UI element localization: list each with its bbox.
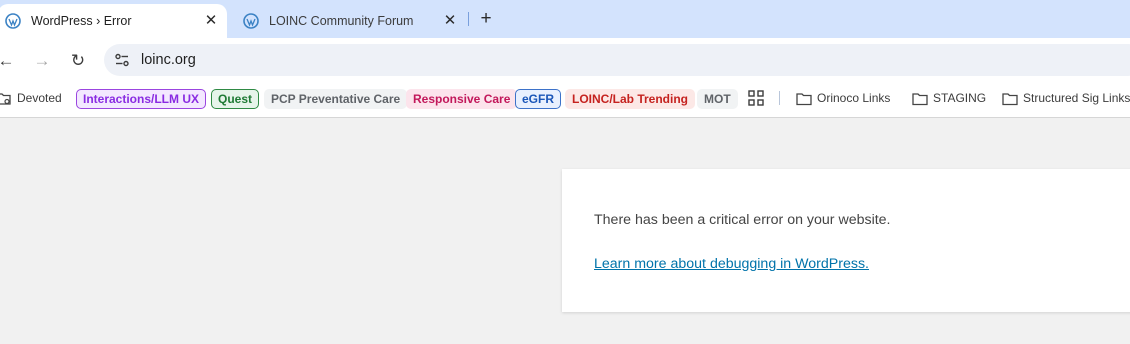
folder-icon [912, 93, 928, 105]
apps-grid-icon [748, 90, 764, 106]
tab-title: WordPress › Error [31, 14, 132, 28]
bookmark-loinc-lab-trending[interactable]: LOINC/Lab Trending [565, 89, 695, 109]
bookmark-label: Structured Sig Links [1023, 91, 1130, 105]
new-tab-button[interactable]: + [476, 9, 496, 29]
bookmark-quest[interactable]: Quest [211, 89, 260, 109]
forward-button[interactable]: → [31, 50, 53, 72]
loinc-favicon-icon [243, 13, 259, 29]
tab-separator [468, 12, 469, 26]
bookmark-label: Orinoco Links [817, 91, 891, 105]
apps-button[interactable] [748, 90, 764, 110]
bookmark-egfr[interactable]: eGFR [515, 89, 562, 109]
bookmark-responsive-care[interactable]: Responsive Care [406, 89, 518, 109]
bookmark-pcp-preventative-care[interactable]: PCP Preventative Care [264, 89, 408, 109]
folder-gear-icon [0, 93, 11, 105]
bookmark-label: STAGING [933, 91, 987, 105]
bookmark-folder-staging[interactable]: STAGING [912, 89, 986, 109]
bookmark-interactions-llm-ux[interactable]: Interactions/LLM UX [76, 89, 207, 109]
tab-loinc-forum[interactable]: LOINC Community Forum ✕ [236, 4, 466, 38]
bookmark-label: Devoted [17, 91, 62, 105]
tab-strip: WordPress › Error ✕ LOINC Community Foru… [0, 0, 1130, 38]
bookmark-devoted[interactable]: Devoted [0, 89, 62, 109]
error-message: There has been a critical error on your … [594, 212, 891, 228]
bookmark-folder-structured-sig-links[interactable]: Structured Sig Links [1002, 89, 1130, 109]
bookmark-separator [779, 91, 780, 105]
bookmarks-bar: Devoted Interactions/LLM UX Quest PCP Pr… [0, 82, 1130, 118]
tab-wordpress-error[interactable]: WordPress › Error ✕ [0, 4, 227, 38]
folder-icon [1002, 93, 1018, 105]
site-info-icon[interactable] [114, 52, 130, 68]
reload-button[interactable]: ↻ [67, 50, 89, 72]
debugging-link[interactable]: Learn more about debugging in WordPress. [594, 256, 869, 272]
back-button[interactable]: ← [0, 50, 17, 72]
bookmark-folder-orinoco-links[interactable]: Orinoco Links [796, 89, 890, 109]
tab-close-icon[interactable]: ✕ [440, 11, 460, 31]
tab-close-icon[interactable]: ✕ [201, 11, 221, 31]
url-text[interactable]: loinc.org [141, 52, 196, 68]
wordpress-favicon-icon [5, 13, 21, 29]
address-bar[interactable]: loinc.org [104, 44, 1130, 76]
page-content: There has been a critical error on your … [0, 118, 1130, 344]
folder-icon [796, 93, 812, 105]
bookmark-mot[interactable]: MOT [697, 89, 738, 109]
error-card: There has been a critical error on your … [562, 169, 1130, 312]
browser-toolbar: ← → ↻ loinc.org [0, 38, 1130, 82]
tab-title: LOINC Community Forum [269, 14, 414, 28]
